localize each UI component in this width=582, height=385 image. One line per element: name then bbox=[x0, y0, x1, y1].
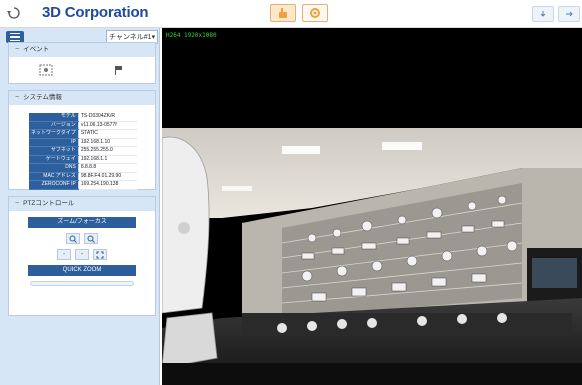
zoom-row bbox=[9, 233, 155, 244]
event-icons bbox=[9, 57, 155, 77]
focus-far-button[interactable]: - bbox=[75, 249, 89, 260]
table-row: ゲートウェイ 192.168.1.1 bbox=[29, 155, 137, 164]
motion-detect-icon[interactable] bbox=[38, 63, 54, 77]
video-viewport[interactable]: H264 1920x1080 bbox=[162, 28, 582, 385]
back-icon[interactable] bbox=[6, 6, 20, 20]
zoom-focus-button[interactable]: ズーム/フォーカス bbox=[28, 217, 136, 228]
gear-icon bbox=[310, 8, 320, 18]
top-bar: 3D Corporation bbox=[0, 0, 582, 28]
system-info-section: − システム情報 モデル TS-D0304ZK/R バージョン v11.06.13-… bbox=[8, 90, 156, 190]
live-view-button[interactable] bbox=[270, 4, 296, 22]
settings-button[interactable] bbox=[302, 4, 328, 22]
system-info-table: モデル TS-D0304ZK/R バージョン v11.06.13-0577f ネット… bbox=[29, 113, 137, 190]
auto-focus-button[interactable] bbox=[93, 249, 107, 260]
table-row: ZEROCONF IP 169.254.190.138 bbox=[29, 180, 137, 190]
zoom-in-button[interactable] bbox=[66, 233, 80, 244]
download-button[interactable] bbox=[532, 6, 554, 22]
logout-icon bbox=[566, 11, 573, 17]
table-row: MAC アドレス 98.8F.F4.01.29.90 bbox=[29, 172, 137, 181]
event-section-header[interactable]: − イベント bbox=[9, 43, 155, 57]
collapse-icon: − bbox=[15, 94, 20, 101]
hand-icon bbox=[279, 8, 287, 18]
left-panel: チャンネル#1▾ − イベント − システム情報 モデル TS-D0304ZK/… bbox=[0, 28, 160, 385]
table-row: サブネット 255.255.255.0 bbox=[29, 146, 137, 156]
brand-title: 3D Corporation bbox=[42, 4, 149, 21]
table-row: モデル TS-D0304ZK/R bbox=[29, 113, 137, 122]
top-right-buttons bbox=[532, 6, 580, 22]
zoom-in-icon bbox=[69, 235, 77, 243]
focus-near-button[interactable]: - bbox=[57, 249, 71, 260]
ptz-section-title: PTZコントロール bbox=[23, 200, 75, 207]
view-mode-buttons bbox=[270, 4, 328, 22]
quick-zoom-button[interactable]: QUICK ZOOM bbox=[28, 265, 136, 276]
stream-resolution-label: H264 1920x1080 bbox=[166, 32, 217, 39]
zoom-out-icon bbox=[87, 235, 95, 243]
zoom-out-button[interactable] bbox=[84, 233, 98, 244]
table-row: ネットワークタイプ STATIC bbox=[29, 129, 137, 139]
download-icon bbox=[540, 11, 546, 17]
ptz-section-header[interactable]: − PTZコントロール bbox=[9, 197, 155, 211]
app: 3D Corporation チャンネル#1▾ − イベント − システム情報 … bbox=[0, 0, 582, 385]
system-info-header[interactable]: − システム情報 bbox=[9, 91, 155, 105]
event-section-title: イベント bbox=[23, 46, 50, 53]
table-row: IP 192.168.1.10 bbox=[29, 138, 137, 147]
table-row: DNS 8.8.8.8 bbox=[29, 163, 137, 173]
menu-icon bbox=[10, 32, 20, 35]
system-info-title: システム情報 bbox=[23, 94, 62, 101]
alarm-flag-icon[interactable] bbox=[111, 63, 127, 77]
logout-button[interactable] bbox=[558, 6, 580, 22]
camera-feed-image bbox=[162, 128, 582, 385]
fullscreen-icon bbox=[96, 251, 104, 258]
collapse-icon: − bbox=[15, 200, 20, 207]
table-row: バージョン v11.06.13-0577f bbox=[29, 121, 137, 130]
event-section: − イベント bbox=[8, 42, 156, 84]
collapse-icon: − bbox=[15, 46, 20, 53]
focus-row: - - bbox=[9, 249, 155, 260]
zoom-slider[interactable] bbox=[30, 281, 134, 286]
ptz-control-section: − PTZコントロール ズーム/フォーカス - - QUICK ZOOM bbox=[8, 196, 156, 316]
